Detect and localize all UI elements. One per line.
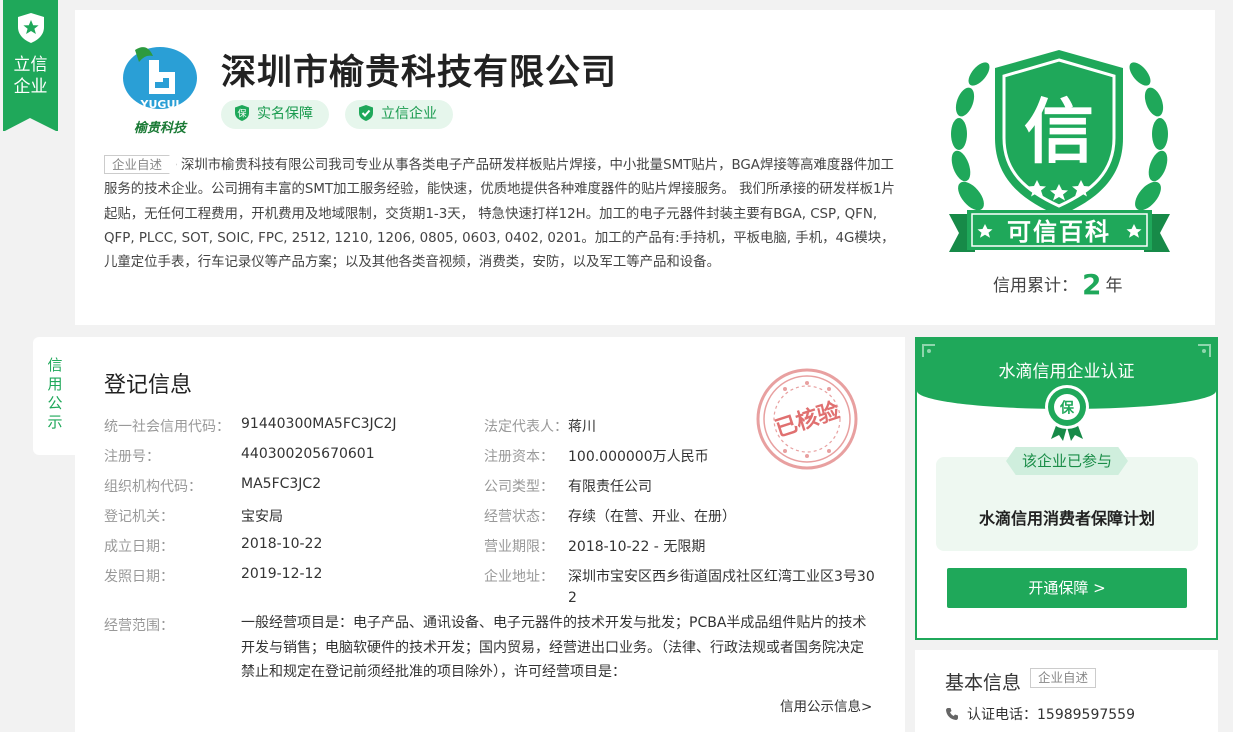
label-scope: 经营范围： <box>104 618 174 634</box>
open-guarantee-button[interactable]: 开通保障 > <box>947 568 1187 608</box>
ribbon-line1: 立信 <box>13 55 48 75</box>
verified-stamp: 已核验 <box>756 368 858 470</box>
svg-text:YUGUI: YUGUI <box>140 98 180 111</box>
phone-number: 15989597559 <box>1037 707 1135 723</box>
credit-years: 信用累计： 2 年 <box>993 268 1122 301</box>
shield-check-icon <box>359 105 373 121</box>
value-founded: 2018-10-22 <box>241 536 323 552</box>
label-org-code: 组织机构代码： <box>104 479 202 495</box>
shield-bao-icon: 保 <box>235 105 249 121</box>
svg-text:已核验: 已核验 <box>772 397 843 442</box>
label-authority: 登记机关： <box>104 509 174 525</box>
value-address-line2: 2 <box>568 590 577 606</box>
business-scope: 一般经营项目是：电子产品、通讯设备、电子元器件的技术开发与批发；PCBA半成品组… <box>241 615 867 680</box>
credit-disclosure-link[interactable]: 信用公示信息> <box>780 695 872 715</box>
label-founded: 成立日期： <box>104 539 174 555</box>
badge-label-2: 立信企业 <box>381 106 437 122</box>
label-status: 经营状态： <box>484 509 554 525</box>
value-status: 存续（在营、开业、在册） <box>568 509 736 525</box>
enterprise-certification-card: 水滴信用企业认证 保 该企业已参与 水滴信用消费者保障计划 开通保障 > <box>915 337 1218 640</box>
label-company-type: 公司类型： <box>484 479 554 495</box>
trusted-enterprise-badge[interactable]: 立信企业 <box>345 100 453 129</box>
credible-encyclopedia-seal: 信 可信百科 <box>949 50 1170 252</box>
label-license-date: 发照日期： <box>104 569 174 585</box>
value-credit-code: 91440300MA5FC3JC2J <box>241 416 397 432</box>
credit-years-prefix: 信用累计： <box>993 276 1078 296</box>
value-org-code: MA5FC3JC2 <box>241 476 322 492</box>
side-tab-char-4: 示 <box>47 413 63 431</box>
label-address: 企业地址： <box>484 569 554 585</box>
value-company-type: 有限责任公司 <box>568 479 652 495</box>
basic-info-card: 基本信息 企业自述 认证电话：15989597559 <box>915 650 1218 732</box>
cert-plan-box: 该企业已参与 水滴信用消费者保障计划 <box>936 447 1198 551</box>
basic-info-title: 基本信息 <box>945 672 1022 694</box>
registration-card: 登记信息 已核验 统一社会信用代码： 91440300MA5FC3JC2J 注册… <box>75 337 905 732</box>
value-reg-number: 440300205670601 <box>241 446 375 462</box>
company-logo: YUGUI 榆贵科技 <box>123 47 197 136</box>
label-capital: 注册资本： <box>484 449 554 465</box>
value-legal-rep: 蒋川 <box>568 419 596 435</box>
credit-disclosure-tab[interactable]: 信 用 公 示 <box>33 337 77 455</box>
credit-years-value: 2 <box>1082 268 1102 301</box>
svg-text:可信百科: 可信百科 <box>1007 218 1111 246</box>
badge-label-1: 实名保障 <box>257 106 313 122</box>
value-address-line1: 深圳市宝安区西乡街道固戍社区红湾工业区3号30 <box>568 569 875 585</box>
label-credit-code: 统一社会信用代码： <box>104 419 230 435</box>
company-name: 深圳市榆贵科技有限公司 <box>221 53 618 93</box>
company-self-description: 企业自述 深圳市榆贵科技有限公司我司专业从事各类电子产品研发样板贴片焊接，中小批量… <box>104 154 902 275</box>
basic-info-tag: 企业自述 <box>1030 668 1097 688</box>
real-name-badge[interactable]: 保实名保障 <box>221 100 329 129</box>
guarantee-plan-name: 水滴信用消费者保障计划 <box>978 509 1155 528</box>
credit-years-suffix: 年 <box>1105 276 1123 296</box>
svg-text:保: 保 <box>1059 400 1075 417</box>
side-tab-char-3: 公 <box>47 394 63 412</box>
ribbon-line2: 企业 <box>13 77 48 97</box>
phone-row: 认证电话：15989597559 <box>945 704 1135 724</box>
label-reg-number: 注册号： <box>104 449 160 465</box>
shield-star-icon <box>17 13 44 43</box>
side-tab-char-1: 信 <box>47 356 63 374</box>
cert-title: 水滴信用企业认证 <box>998 362 1135 382</box>
svg-text:保: 保 <box>237 108 246 120</box>
phone-label: 认证电话： <box>967 707 1037 723</box>
registration-title: 登记信息 <box>104 373 193 398</box>
joined-ribbon: 该企业已参与 <box>1006 447 1128 475</box>
svg-text:榆贵科技: 榆贵科技 <box>134 120 188 136</box>
trusted-enterprise-ribbon: 立信 企业 <box>3 0 58 132</box>
phone-icon <box>946 708 958 720</box>
guarantee-medal-icon: 保 <box>1045 385 1089 441</box>
self-description-tag: 企业自述 <box>104 155 177 174</box>
company-header-card: YUGUI 榆贵科技 深圳市榆贵科技有限公司 保实名保障 立信企业 企业自述 深圳… <box>75 10 1215 325</box>
label-term: 营业期限： <box>484 539 554 555</box>
value-license-date: 2019-12-12 <box>241 566 323 582</box>
value-capital: 100.000000万人民币 <box>568 449 709 465</box>
value-authority: 宝安局 <box>241 509 283 525</box>
value-term: 2018-10-22 - 无限期 <box>568 539 706 555</box>
side-tab-char-2: 用 <box>47 375 63 393</box>
svg-text:信: 信 <box>1024 91 1094 173</box>
self-description-text: 深圳市榆贵科技有限公司我司专业从事各类电子产品研发样板贴片焊接，中小批量SMT贴… <box>104 158 895 271</box>
label-legal-rep: 法定代表人： <box>484 419 568 435</box>
info-row-address: 企业地址： 深圳市宝安区西乡街道固戍社区红湾工业区3号30 2 <box>484 566 884 612</box>
